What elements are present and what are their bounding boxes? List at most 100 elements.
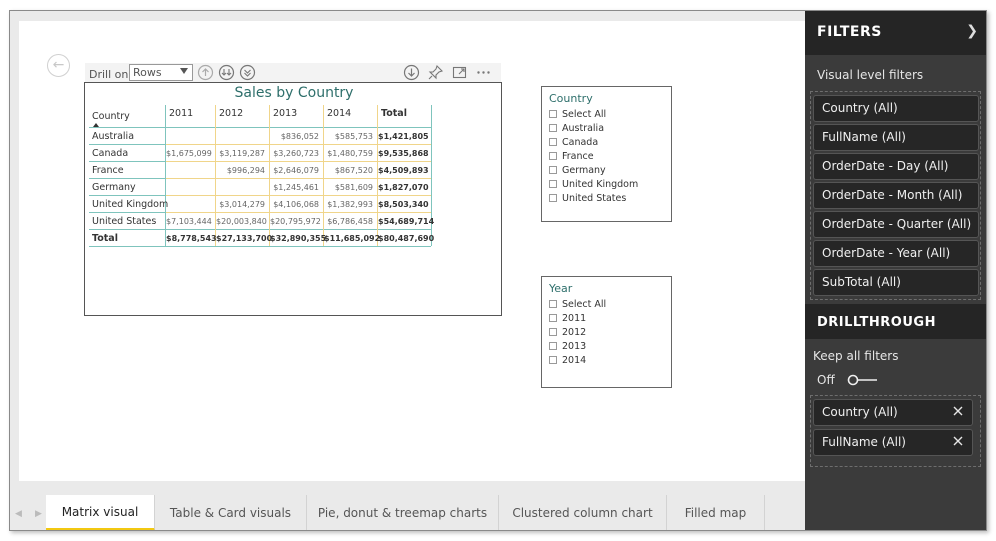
tab-matrix-visual[interactable]: Matrix visual: [46, 495, 155, 530]
matrix-cell[interactable]: [216, 179, 269, 196]
matrix-column-total[interactable]: $11,685,092: [324, 230, 380, 247]
focus-mode-icon[interactable]: [451, 64, 468, 81]
row-header[interactable]: France: [89, 162, 165, 179]
matrix-cell[interactable]: $20,003,840: [216, 213, 269, 230]
col-header-2013[interactable]: 2013: [270, 105, 323, 122]
expand-all-down-icon[interactable]: [218, 64, 235, 81]
col-header-2012[interactable]: 2012: [216, 105, 269, 122]
matrix-cell[interactable]: $836,052: [270, 128, 323, 145]
matrix-cell[interactable]: $1,245,461: [270, 179, 323, 196]
checkbox-icon[interactable]: [549, 300, 557, 308]
matrix-visual[interactable]: Sales by Country Country 2011 2012 2013 …: [84, 82, 502, 316]
matrix-cell[interactable]: $1,480,759: [324, 145, 377, 162]
country-slicer[interactable]: Country Select All Australia Canada Fran…: [541, 86, 672, 222]
matrix-grand-total[interactable]: $80,487,690: [378, 230, 434, 247]
matrix-cell[interactable]: [166, 179, 215, 196]
matrix-row-total[interactable]: $54,689,714: [378, 213, 434, 230]
slicer-item-2012[interactable]: 2012: [549, 326, 586, 340]
checkbox-icon[interactable]: [549, 194, 557, 202]
matrix-row-total[interactable]: $1,421,805: [378, 128, 431, 145]
slicer-item-2014[interactable]: 2014: [549, 354, 586, 368]
matrix-cell[interactable]: [166, 128, 215, 145]
matrix-cell[interactable]: [216, 128, 269, 145]
drill-up-icon[interactable]: [197, 64, 214, 81]
col-header-2014[interactable]: 2014: [324, 105, 377, 122]
matrix-cell[interactable]: $996,294: [216, 162, 269, 179]
row-header[interactable]: Canada: [89, 145, 165, 162]
filter-card-orderdate-quarter[interactable]: OrderDate - Quarter (All): [813, 211, 979, 238]
checkbox-icon[interactable]: [549, 328, 557, 336]
matrix-column-total[interactable]: $32,890,355: [270, 230, 326, 247]
matrix-row-total[interactable]: $9,535,868: [378, 145, 431, 162]
filter-card-subtotal[interactable]: SubTotal (All): [813, 269, 979, 296]
col-header-country[interactable]: Country: [89, 108, 165, 125]
table-row[interactable]: France $996,294 $2,646,079 $867,520 $4,5…: [89, 162, 431, 179]
slicer-item-australia[interactable]: Australia: [549, 122, 604, 136]
matrix-cell[interactable]: $1,675,099: [166, 145, 215, 162]
slicer-item-2011[interactable]: 2011: [549, 312, 586, 326]
checkbox-icon[interactable]: [549, 110, 557, 118]
matrix-row-total[interactable]: $4,509,893: [378, 162, 431, 179]
tab-filled-map[interactable]: Filled map: [667, 495, 765, 530]
table-row[interactable]: Australia $836,052 $585,753 $1,421,805: [89, 128, 431, 145]
col-header-2011[interactable]: 2011: [166, 105, 215, 122]
close-icon[interactable]: [952, 435, 964, 447]
matrix-cell[interactable]: $3,014,279: [216, 196, 269, 213]
matrix-cell[interactable]: [166, 196, 215, 213]
keep-all-filters-toggle[interactable]: [847, 373, 879, 387]
filter-card-fullname[interactable]: FullName (All): [813, 124, 979, 151]
table-row[interactable]: United Kingdom $3,014,279 $4,106,068 $1,…: [89, 196, 431, 213]
matrix-column-total[interactable]: $27,133,700: [216, 230, 272, 247]
slicer-item-canada[interactable]: Canada: [549, 136, 598, 150]
row-header[interactable]: Australia: [89, 128, 165, 145]
table-row[interactable]: United States $7,103,444 $20,003,840 $20…: [89, 213, 434, 230]
row-header[interactable]: United States: [89, 213, 165, 230]
back-arrow-icon[interactable]: ←: [47, 54, 70, 77]
matrix-cell[interactable]: $4,106,068: [270, 196, 323, 213]
pin-icon[interactable]: [427, 64, 444, 81]
slicer-item-select-all[interactable]: Select All: [549, 298, 606, 312]
slicer-item-2013[interactable]: 2013: [549, 340, 586, 354]
table-row[interactable]: Germany $1,245,461 $581,609 $1,827,070: [89, 179, 431, 196]
matrix-row-total[interactable]: $8,503,340: [378, 196, 431, 213]
checkbox-icon[interactable]: [549, 138, 557, 146]
slicer-item-united-kingdom[interactable]: United Kingdom: [549, 178, 638, 192]
chevron-right-icon[interactable]: ❯: [966, 23, 978, 39]
matrix-cell[interactable]: $585,753: [324, 128, 377, 145]
drillthrough-card-country[interactable]: Country (All): [813, 399, 973, 426]
row-header[interactable]: Germany: [89, 179, 165, 196]
drill-down-icon[interactable]: [403, 64, 420, 81]
matrix-cell[interactable]: $2,646,079: [270, 162, 323, 179]
row-header[interactable]: United Kingdom: [89, 196, 168, 213]
checkbox-icon[interactable]: [549, 314, 557, 322]
filter-card-orderdate-year[interactable]: OrderDate - Year (All): [813, 240, 979, 267]
matrix-cell[interactable]: $6,786,458: [324, 213, 377, 230]
drillthrough-card-fullname[interactable]: FullName (All): [813, 429, 973, 456]
expand-next-level-icon[interactable]: [239, 64, 256, 81]
checkbox-icon[interactable]: [549, 356, 557, 364]
matrix-row-total[interactable]: $1,827,070: [378, 179, 431, 196]
col-header-total[interactable]: Total: [378, 105, 431, 122]
matrix-cell[interactable]: $581,609: [324, 179, 377, 196]
matrix-cell[interactable]: $867,520: [324, 162, 377, 179]
filter-card-orderdate-month[interactable]: OrderDate - Month (All): [813, 182, 979, 209]
year-slicer[interactable]: Year Select All 2011 2012 2013 2014: [541, 276, 672, 388]
slicer-item-united-states[interactable]: United States: [549, 192, 626, 206]
matrix-total-row[interactable]: Total $8,778,543 $27,133,700 $32,890,355…: [89, 230, 434, 247]
checkbox-icon[interactable]: [549, 166, 557, 174]
checkbox-icon[interactable]: [549, 342, 557, 350]
tab-pie-donut-treemap[interactable]: Pie, donut & treemap charts: [307, 495, 499, 530]
matrix-cell[interactable]: $3,119,287: [216, 145, 269, 162]
slicer-item-germany[interactable]: Germany: [549, 164, 606, 178]
matrix-cell[interactable]: [166, 162, 215, 179]
tab-clustered-column[interactable]: Clustered column chart: [499, 495, 667, 530]
more-options-icon[interactable]: [475, 64, 492, 81]
table-row[interactable]: Canada $1,675,099 $3,119,287 $3,260,723 …: [89, 145, 431, 162]
checkbox-icon[interactable]: [549, 180, 557, 188]
checkbox-icon[interactable]: [549, 124, 557, 132]
matrix-cell[interactable]: $1,382,993: [324, 196, 377, 213]
close-icon[interactable]: [952, 405, 964, 417]
matrix-column-total[interactable]: $8,778,543: [166, 230, 217, 247]
tab-table-card-visuals[interactable]: Table & Card visuals: [155, 495, 307, 530]
slicer-item-france[interactable]: France: [549, 150, 594, 164]
